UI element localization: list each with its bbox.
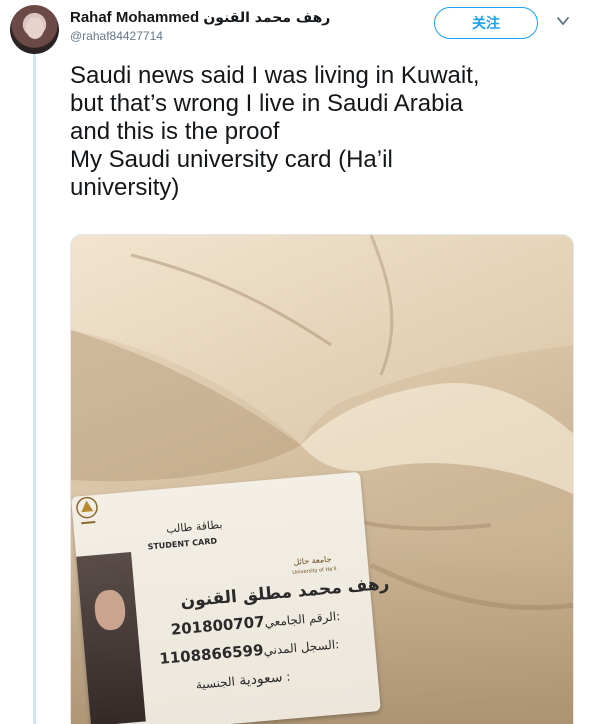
civil-record-value: 1108866599	[158, 640, 265, 668]
tweet-text: Saudi news said I was living in Kuwait, …	[70, 62, 580, 202]
tweet-text-line: Saudi news said I was living in Kuwait,	[70, 62, 480, 89]
tweet-header: Rahaf Mohammed رهف محمد القنون @rahaf844…	[70, 8, 420, 45]
university-number-row: 201800707الرقم الجامعي:	[170, 606, 341, 639]
tweet-text-line: but that’s wrong I live in Saudi Arabia	[70, 90, 464, 117]
nationality-value: سعودية	[238, 669, 284, 690]
card-title-english: STUDENT CARD	[147, 536, 218, 552]
tweet-text-line: university)	[70, 174, 180, 201]
university-number-value: 201800707	[170, 612, 266, 639]
avatar-face	[26, 17, 44, 39]
display-name-arabic[interactable]: رهف محمد القنون	[203, 10, 330, 26]
university-number-label: الرقم الجامعي:	[264, 609, 341, 630]
user-handle[interactable]: @rahaf84427714	[70, 28, 420, 45]
avatar[interactable]	[10, 5, 59, 54]
tweet-text-line: and this is the proof	[70, 118, 280, 145]
civil-record-label: السجل المدني:	[262, 637, 340, 658]
card-title-arabic: بطاقة طالب	[165, 517, 223, 536]
thread-line	[33, 52, 36, 724]
civil-record-row: 1108866599السجل المدني:	[159, 634, 340, 668]
tweet-text-line: My Saudi university card (Ha’il	[70, 146, 393, 173]
card-photo-face	[93, 588, 127, 632]
student-card: بطاقة طالب STUDENT CARD جامعة حائل Unive…	[71, 471, 390, 724]
chevron-down-icon[interactable]	[555, 13, 571, 29]
university-logo-icon	[76, 496, 98, 525]
tweet-page: Rahaf Mohammed رهف محمد القنون @rahaf844…	[0, 0, 601, 724]
name-row[interactable]: Rahaf Mohammed رهف محمد القنون	[70, 8, 420, 28]
university-name-english: University of Ha'il	[292, 566, 337, 576]
nationality-row: سعودية الجنسية :	[195, 669, 291, 693]
student-name-arabic: رهف محمد مطلق القنون	[179, 573, 391, 612]
university-name-arabic: جامعة حائل	[293, 554, 332, 567]
display-name[interactable]: Rahaf Mohammed	[70, 9, 199, 26]
follow-button[interactable]: 关注	[434, 7, 538, 39]
tweet-photo[interactable]: بطاقة طالب STUDENT CARD جامعة حائل Unive…	[70, 234, 574, 724]
